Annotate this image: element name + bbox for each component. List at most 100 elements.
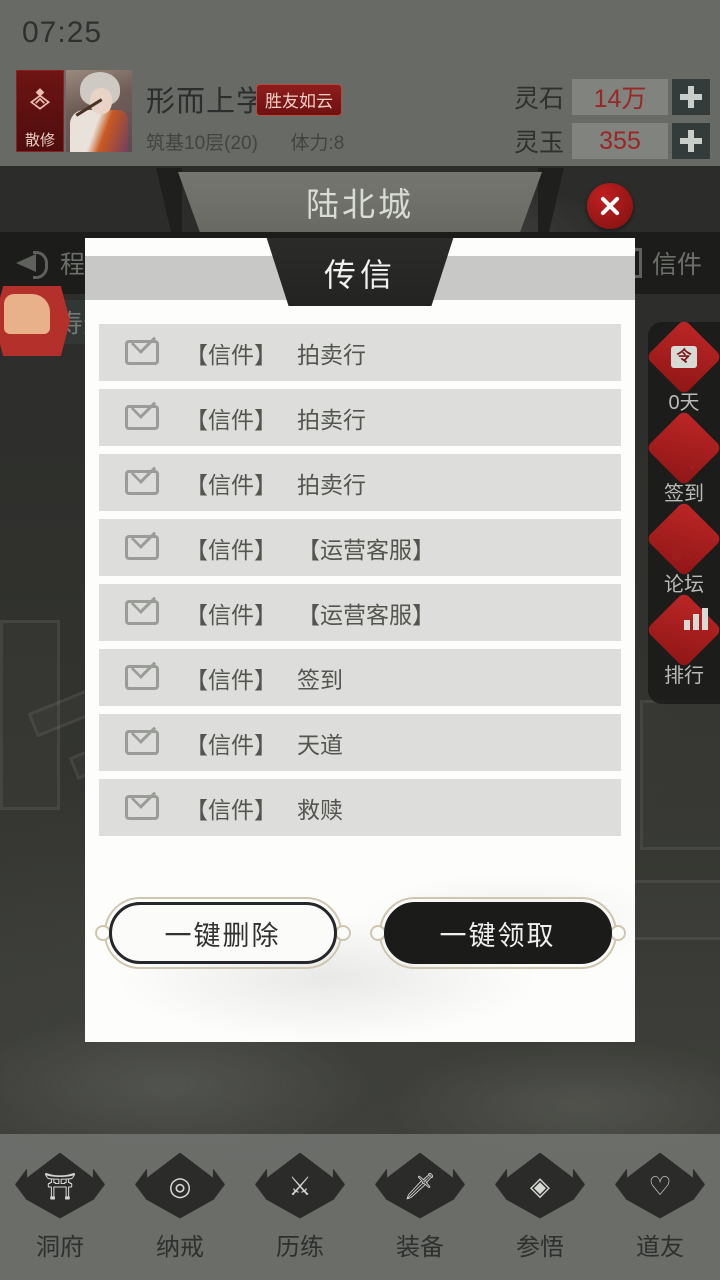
nav-glyph: ♡ [648, 1170, 672, 1201]
equip-icon: 🗡 [375, 1152, 465, 1219]
nav-item-equip[interactable]: 🗡 装备 [365, 1152, 475, 1262]
nav-glyph: ◎ [168, 1170, 192, 1201]
hand-icon [4, 294, 50, 334]
sect-name-label: 散修 [24, 132, 55, 149]
megaphone-icon [14, 248, 50, 279]
currency-label-spirit-jade: 灵玉 [513, 129, 564, 157]
mail-item-sender: 救赎 [297, 796, 343, 823]
mail-item-sender: 拍卖行 [297, 341, 366, 368]
player-stamina: 体力:8 [290, 133, 345, 154]
mail-item-tag: 【信件】 [185, 536, 277, 563]
mail-item-tag: 【信件】 [185, 406, 277, 433]
add-spirit-stone-button[interactable] [672, 79, 710, 115]
nav-item-ring[interactable]: ◎ 纳戒 [125, 1152, 235, 1262]
side-item-checkin[interactable]: 签到 [645, 409, 720, 506]
player-name: 形而上学 [146, 86, 267, 118]
background-announcement-tool[interactable]: 程 [14, 245, 85, 281]
mail-list-item[interactable]: 【信件】 天道 [99, 714, 621, 771]
mail-item-sender: 拍卖行 [297, 471, 366, 498]
mail-list-item[interactable]: 【信件】 签到 [99, 649, 621, 706]
mail-item-sender: 【运营客服】 [297, 601, 435, 628]
envelope-icon [125, 665, 159, 690]
nav-item-label: 参悟 [516, 1233, 564, 1261]
player-hud: 07:25 散修 形而上学 胜友如云 筑基10层(20) 体力:8 灵石 14万… [0, 0, 720, 166]
mail-item-sender: 【运营客服】 [297, 536, 435, 563]
map-decoration [640, 700, 720, 850]
mail-list-item[interactable]: 【信件】 【运营客服】 [99, 584, 621, 641]
nav-item-house[interactable]: ⛩ 洞府 [5, 1152, 115, 1262]
map-decoration [620, 880, 720, 940]
mail-item-tag: 【信件】 [185, 731, 277, 758]
mail-list-item[interactable]: 【信件】 【运营客服】 [99, 519, 621, 576]
player-subtitle: 筑基10层(20) 体力:8 [146, 128, 344, 155]
mail-list-item[interactable]: 【信件】 救赎 [99, 779, 621, 836]
plus-icon [680, 86, 702, 108]
avatar[interactable] [66, 70, 132, 152]
claim-all-button[interactable]: 一键领取 [383, 902, 612, 964]
envelope-icon [125, 405, 159, 430]
side-item-token[interactable]: 令 0天 [645, 318, 720, 415]
mail-item-tag: 【信件】 [185, 796, 277, 823]
guild-tag[interactable]: 胜友如云 [256, 84, 342, 116]
house-icon: ⛩ [15, 1152, 105, 1219]
nav-glyph: ⚔ [288, 1170, 312, 1201]
envelope-icon [125, 535, 159, 560]
nav-item-label: 纳戒 [156, 1233, 204, 1261]
envelope-icon [125, 340, 159, 365]
mail-item-tag: 【信件】 [185, 341, 277, 368]
mail-list: 【信件】 拍卖行 【信件】 拍卖行 【信件】 拍卖行 【信件】 【运营客服】 【信件】 【运营客服… [85, 324, 635, 844]
envelope-icon [125, 730, 159, 755]
nav-item-friends[interactable]: ♡ 道友 [605, 1152, 715, 1262]
nav-glyph: 🗡 [403, 1170, 437, 1201]
side-item-forum[interactable]: 论坛 [645, 500, 720, 597]
currency-value-spirit-jade: 355 [572, 123, 668, 159]
mail-dialog-title-plate: 传信 [266, 238, 454, 306]
forum-icon [645, 500, 720, 578]
nav-item-enlighten[interactable]: ◈ 参悟 [485, 1152, 595, 1262]
sect-badge[interactable]: 散修 [16, 70, 64, 152]
mail-item-tag: 【信件】 [185, 471, 277, 498]
map-decoration [0, 620, 60, 810]
mail-item-tag: 【信件】 [185, 666, 277, 693]
mail-dialog-title: 传信 [323, 257, 396, 293]
currency-row-spirit-jade: 灵玉 355 [502, 122, 710, 160]
check-in-icon [645, 409, 720, 487]
background-announcement-label: 程 [60, 251, 86, 279]
mail-dialog: 传信 【信件】 拍卖行 【信件】 拍卖行 【信件】 拍卖行 【信件】 【运营客服】 【信件】 【运… [85, 238, 635, 1042]
nav-item-label: 洞府 [36, 1233, 84, 1261]
enlighten-icon: ◈ [495, 1152, 585, 1219]
side-menu: 令 0天 签到 论坛 排行 [645, 318, 720, 704]
currency-value-spirit-stone: 14万 [572, 79, 668, 115]
mail-list-item[interactable]: 【信件】 拍卖行 [99, 324, 621, 381]
plus-icon [680, 130, 702, 152]
friends-icon: ♡ [615, 1152, 705, 1219]
bottom-nav: ⛩ 洞府 ◎ 纳戒 ⚔ 历练 🗡 装备 ◈ 参悟 ♡ 道友 [0, 1134, 720, 1280]
mail-dialog-actions: 一键删除 一键领取 [85, 878, 635, 988]
nav-item-label: 历练 [276, 1233, 324, 1261]
envelope-icon [125, 600, 159, 625]
currency-label-spirit-stone: 灵石 [513, 85, 564, 113]
token-glyph: 令 [671, 346, 697, 368]
pill-knob-right-icon [609, 925, 626, 941]
side-item-ranking[interactable]: 排行 [645, 591, 720, 688]
background-red-badge-icon [0, 286, 70, 356]
training-icon: ⚔ [255, 1152, 345, 1219]
claim-all-wrapper: 一键领取 [369, 897, 626, 969]
nav-item-training[interactable]: ⚔ 历练 [245, 1152, 355, 1262]
player-realm: 筑基10层(20) [146, 133, 258, 154]
envelope-icon [125, 795, 159, 820]
city-header-banner: 陆北城 [156, 168, 564, 232]
page-title: 陆北城 [306, 186, 414, 223]
status-bar-clock: 07:25 [22, 16, 103, 49]
close-button[interactable] [587, 183, 633, 229]
mail-list-item[interactable]: 【信件】 拍卖行 [99, 454, 621, 511]
delete-all-button[interactable]: 一键删除 [108, 902, 337, 964]
mail-list-item[interactable]: 【信件】 拍卖行 [99, 389, 621, 446]
pill-knob-right-icon [334, 925, 351, 941]
currency-row-spirit-stone: 灵石 14万 [502, 78, 710, 116]
add-spirit-jade-button[interactable] [672, 123, 710, 159]
mail-item-sender: 天道 [297, 731, 343, 758]
envelope-icon [125, 470, 159, 495]
sect-emblem-icon [29, 88, 51, 110]
ring-icon: ◎ [135, 1152, 225, 1219]
